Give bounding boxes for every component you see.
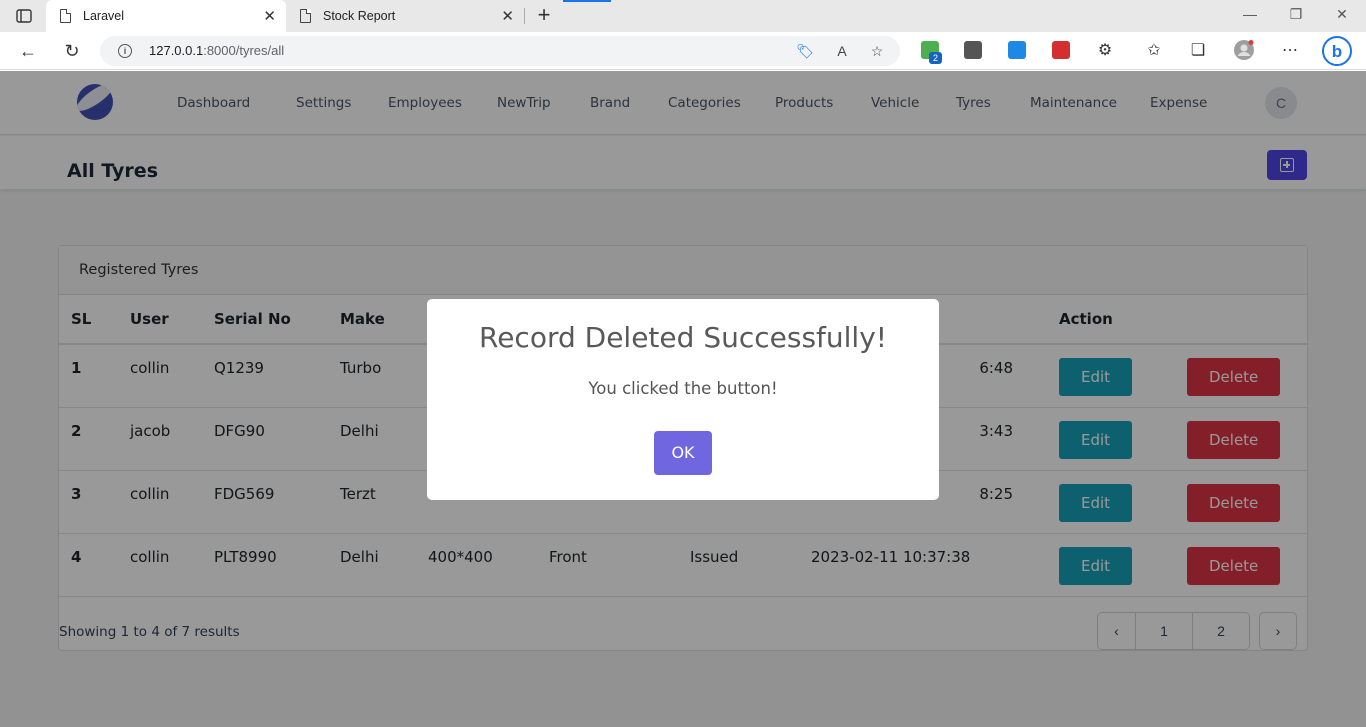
tab-separator xyxy=(524,8,525,24)
dialog-text: You clicked the button! xyxy=(588,379,778,398)
more-icon[interactable]: ⋯ xyxy=(1280,40,1300,60)
browser-tab-bar: Laravel ✕ Stock Report ✕ + — ❐ ✕ xyxy=(0,0,1366,32)
extension-badge: 2 xyxy=(929,52,942,64)
minimize-icon[interactable]: — xyxy=(1240,6,1260,22)
tab-laravel[interactable]: Laravel ✕ xyxy=(46,0,286,32)
tab-title: Laravel xyxy=(83,9,124,23)
collections-icon[interactable]: ❏ xyxy=(1188,40,1208,60)
read-aloud-icon[interactable]: A xyxy=(833,42,851,60)
bitwarden-icon[interactable] xyxy=(964,41,982,59)
close-icon[interactable]: ✕ xyxy=(263,7,276,25)
dialog-title: Record Deleted Successfully! xyxy=(479,321,887,354)
restore-icon[interactable]: ❐ xyxy=(1286,6,1306,23)
url-text: 127.0.0.1:8000/tyres/all xyxy=(149,43,285,58)
favorites-icon[interactable]: ✩ xyxy=(1144,40,1164,60)
add-favorite-icon[interactable]: ☆ xyxy=(868,42,886,60)
reload-icon[interactable]: ↻ xyxy=(60,39,84,63)
tab-title: Stock Report xyxy=(323,9,396,23)
price-tag-icon[interactable]: 🏷 xyxy=(796,42,814,60)
tab-stock-report[interactable]: Stock Report ✕ xyxy=(286,0,524,32)
info-icon[interactable]: i xyxy=(118,44,132,58)
url-input[interactable]: i 127.0.0.1:8000/tyres/all 🏷 A ☆ xyxy=(100,36,900,66)
window-close-icon[interactable]: ✕ xyxy=(1332,6,1352,23)
profile-icon[interactable] xyxy=(1234,40,1254,60)
close-icon[interactable]: ✕ xyxy=(501,7,514,25)
svg-text:b: b xyxy=(1332,42,1342,61)
page-icon xyxy=(60,9,71,23)
address-bar-row: ← ↻ i 127.0.0.1:8000/tyres/all 🏷 A ☆ 2 ⚙… xyxy=(0,32,1366,70)
new-tab-icon[interactable]: + xyxy=(534,4,554,28)
extensions-icon[interactable]: ⚙ xyxy=(1095,40,1115,60)
page-icon xyxy=(300,9,311,23)
bing-chat-icon[interactable]: b xyxy=(1322,36,1352,66)
puzzle-extension-icon[interactable] xyxy=(1008,41,1026,59)
tab-indicator xyxy=(563,0,611,2)
back-icon[interactable]: ← xyxy=(16,39,40,63)
success-dialog: Record Deleted Successfully! You clicked… xyxy=(427,299,939,500)
ok-button[interactable]: OK xyxy=(654,431,712,475)
tab-actions-icon[interactable] xyxy=(10,6,38,26)
mega-extension-icon[interactable] xyxy=(1052,41,1070,59)
